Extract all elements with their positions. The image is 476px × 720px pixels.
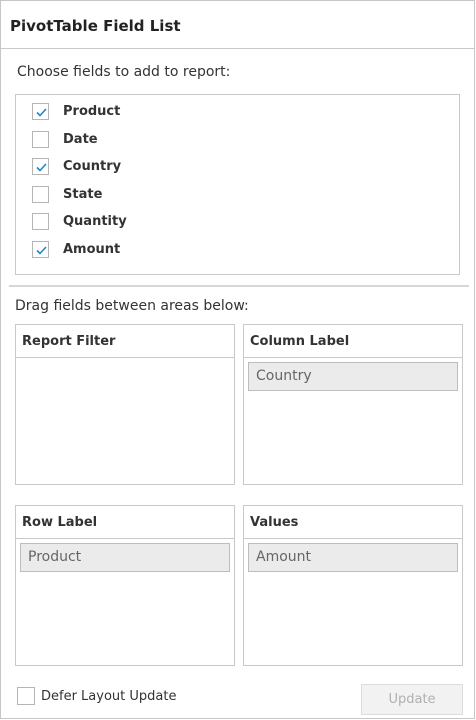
row-label-area[interactable]: Row Label Product [15,505,235,666]
section-divider [9,285,469,287]
checkmark-icon [36,245,47,255]
row-field-chip-product[interactable]: Product [20,543,230,572]
field-checkbox-amount[interactable] [32,240,49,258]
checkmark-icon [36,107,47,117]
report-filter-area[interactable]: Report Filter [15,324,235,485]
values-header: Values [244,506,462,539]
pivot-field-list-panel: PivotTable Field List Choose fields to a… [0,0,475,719]
report-filter-header: Report Filter [16,325,234,358]
field-item-amount[interactable]: Amount [32,239,120,259]
checkmark-icon [36,162,47,172]
row-label-header: Row Label [16,506,234,539]
field-item-quantity[interactable]: Quantity [32,211,127,231]
field-label-date: Date [63,131,98,147]
field-label-country: Country [63,158,122,174]
defer-layout-update[interactable]: Defer Layout Update [17,687,176,705]
drag-fields-label: Drag fields between areas below: [15,298,249,314]
panel-title: PivotTable Field List [10,17,181,35]
field-item-country[interactable]: Country [32,156,121,176]
title-divider [1,48,474,49]
field-label-state: State [63,186,103,202]
defer-layout-checkbox[interactable] [17,687,35,705]
column-field-chip-country[interactable]: Country [248,362,458,391]
defer-layout-label: Defer Layout Update [41,688,177,704]
values-area[interactable]: Values Amount [243,505,463,666]
field-label-quantity: Quantity [63,213,127,229]
values-field-chip-amount[interactable]: Amount [248,543,458,572]
field-checkbox-product[interactable] [32,102,49,120]
field-checkbox-date[interactable] [32,130,49,148]
field-list: Product Date Country State Quantity Amou… [15,94,460,275]
column-label-area[interactable]: Column Label Country [243,324,463,485]
field-checkbox-quantity[interactable] [32,212,49,230]
field-item-product[interactable]: Product [32,101,120,121]
choose-fields-label: Choose fields to add to report: [17,64,231,80]
field-checkbox-state[interactable] [32,185,49,203]
field-checkbox-country[interactable] [32,157,49,175]
column-label-header: Column Label [244,325,462,358]
field-label-product: Product [63,103,121,119]
field-item-state[interactable]: State [32,184,102,204]
field-label-amount: Amount [63,241,121,257]
field-item-date[interactable]: Date [32,129,98,149]
update-button[interactable]: Update [361,684,463,715]
